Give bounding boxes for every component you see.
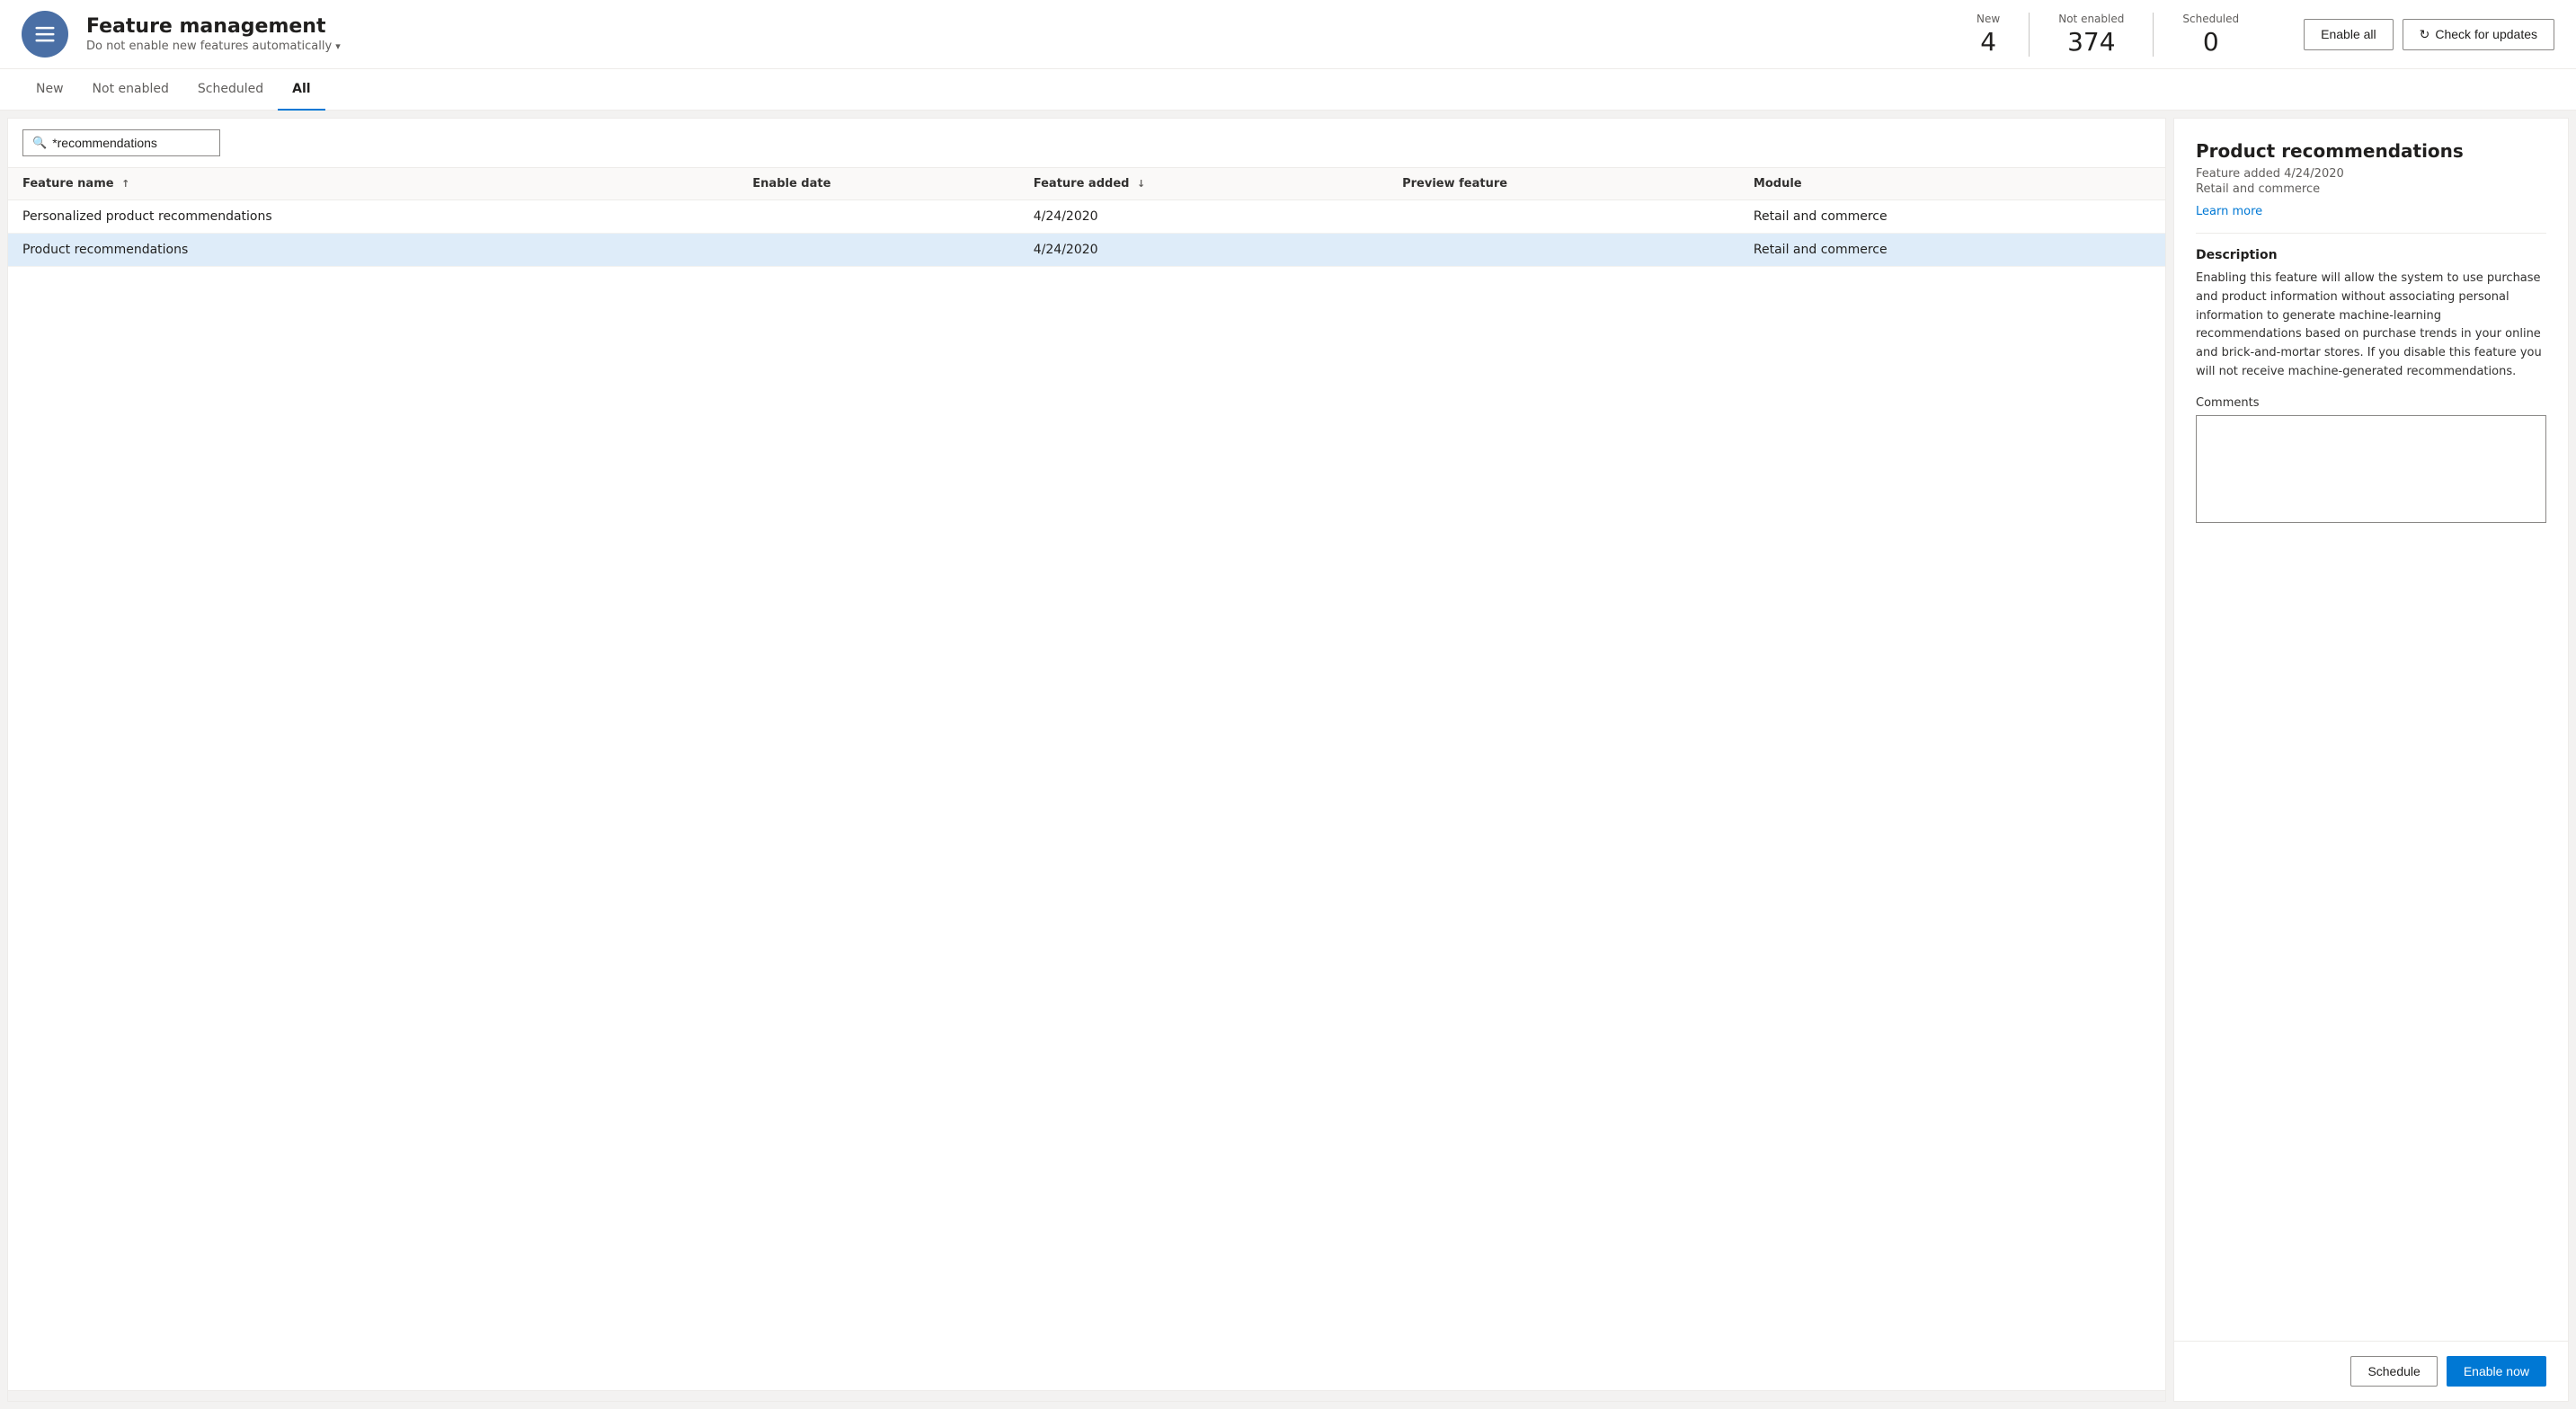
tab-scheduled[interactable]: Scheduled <box>183 69 278 111</box>
table-row[interactable]: Product recommendations 4/24/2020 Retail… <box>8 234 2165 267</box>
refresh-icon: ↻ <box>2420 27 2430 42</box>
detail-content: Product recommendations Feature added 4/… <box>2174 119 2568 1341</box>
sort-asc-icon: ↑ <box>121 178 129 190</box>
comments-textarea[interactable] <box>2196 415 2546 523</box>
stat-scheduled: Scheduled 0 <box>2154 13 2268 57</box>
subtitle-dropdown[interactable]: Do not enable new features automatically… <box>86 40 1930 53</box>
enable-now-button[interactable]: Enable now <box>2447 1356 2546 1387</box>
main-content: 🔍 Feature name ↑ Enable date <box>0 111 2576 1409</box>
cell-feature-added: 4/24/2020 <box>1019 200 1388 234</box>
app-icon <box>22 11 68 58</box>
detail-panel: Product recommendations Feature added 4/… <box>2173 118 2569 1402</box>
list-icon <box>32 22 58 47</box>
sort-desc-icon: ↓ <box>1137 178 1145 190</box>
cell-preview-feature <box>1388 200 1739 234</box>
detail-title: Product recommendations <box>2196 140 2546 162</box>
cell-module: Retail and commerce <box>1739 200 2165 234</box>
feature-table: Feature name ↑ Enable date Feature added… <box>8 168 2165 267</box>
comments-label: Comments <box>2196 396 2546 410</box>
cell-feature-name: Personalized product recommendations <box>8 200 738 234</box>
search-bar: 🔍 <box>8 119 2165 168</box>
tab-new[interactable]: New <box>22 69 78 111</box>
table-body: Personalized product recommendations 4/2… <box>8 200 2165 267</box>
cell-preview-feature <box>1388 234 1739 267</box>
table-scroll[interactable]: Feature name ↑ Enable date Feature added… <box>8 168 2165 1390</box>
col-feature-added[interactable]: Feature added ↓ <box>1019 168 1388 200</box>
col-module[interactable]: Module <box>1739 168 2165 200</box>
feature-list-pane: 🔍 Feature name ↑ Enable date <box>7 118 2166 1402</box>
schedule-button[interactable]: Schedule <box>2350 1356 2437 1387</box>
col-feature-name[interactable]: Feature name ↑ <box>8 168 738 200</box>
header-actions: Enable all ↻ Check for updates <box>2304 19 2554 50</box>
chevron-down-icon: ▾ <box>335 40 341 52</box>
stat-new: New 4 <box>1948 13 2030 57</box>
detail-footer: Schedule Enable now <box>2174 1341 2568 1401</box>
tab-bar: New Not enabled Scheduled All <box>0 69 2576 111</box>
cell-module: Retail and commerce <box>1739 234 2165 267</box>
check-updates-button[interactable]: ↻ Check for updates <box>2403 19 2554 50</box>
col-preview-feature[interactable]: Preview feature <box>1388 168 1739 200</box>
col-enable-date[interactable]: Enable date <box>738 168 1018 200</box>
description-title: Description <box>2196 248 2546 262</box>
enable-all-button[interactable]: Enable all <box>2304 19 2394 50</box>
table-header: Feature name ↑ Enable date Feature added… <box>8 168 2165 200</box>
tab-not-enabled[interactable]: Not enabled <box>78 69 183 111</box>
search-input-wrap[interactable]: 🔍 <box>22 129 220 156</box>
page-title: Feature management <box>86 15 1930 38</box>
stats-block: New 4 Not enabled 374 Scheduled 0 <box>1948 13 2268 57</box>
cell-feature-added: 4/24/2020 <box>1019 234 1388 267</box>
detail-divider <box>2196 233 2546 234</box>
cell-enable-date <box>738 200 1018 234</box>
page-header: Feature management Do not enable new fea… <box>0 0 2576 69</box>
search-input[interactable] <box>52 136 210 150</box>
search-icon: 🔍 <box>32 137 47 150</box>
detail-meta-module: Retail and commerce <box>2196 182 2546 196</box>
table-row[interactable]: Personalized product recommendations 4/2… <box>8 200 2165 234</box>
cell-feature-name: Product recommendations <box>8 234 738 267</box>
stat-not-enabled: Not enabled 374 <box>2030 13 2154 57</box>
learn-more-link[interactable]: Learn more <box>2196 205 2262 218</box>
tab-all[interactable]: All <box>278 69 324 111</box>
title-block: Feature management Do not enable new fea… <box>86 15 1930 53</box>
horizontal-scrollbar[interactable] <box>8 1390 2165 1401</box>
cell-enable-date <box>738 234 1018 267</box>
detail-description: Enabling this feature will allow the sys… <box>2196 270 2546 382</box>
detail-meta-added: Feature added 4/24/2020 <box>2196 167 2546 181</box>
